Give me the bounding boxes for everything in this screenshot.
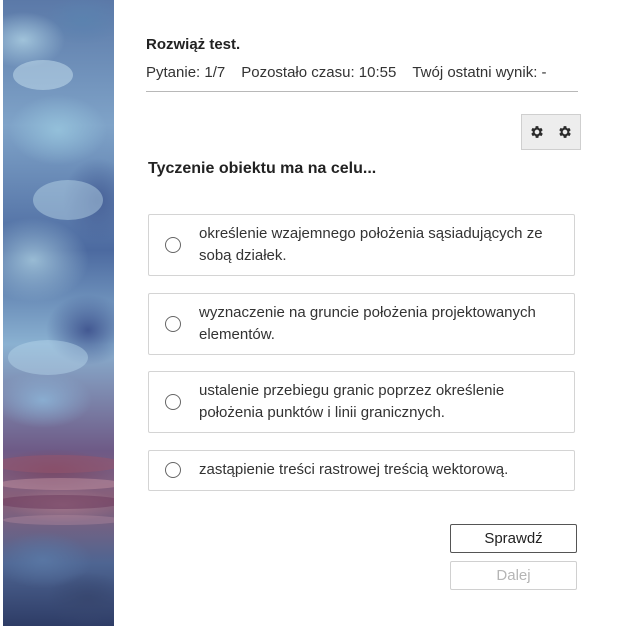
radio-button[interactable] <box>165 316 181 332</box>
time-remaining: Pozostało czasu: 10:55 <box>241 64 397 81</box>
gear-icon[interactable] <box>529 124 545 140</box>
question-text: Tyczenie obiektu ma na celu... <box>148 160 377 177</box>
answer-option[interactable]: określenie wzajemnego położenia sąsiaduj… <box>148 214 575 276</box>
radio-button[interactable] <box>165 237 181 253</box>
radio-button[interactable] <box>165 394 181 410</box>
page-title: Rozwiąż test. <box>146 36 241 53</box>
decorative-side-image <box>3 0 114 626</box>
settings-toolbar <box>521 114 581 150</box>
answer-label: zastąpienie treści rastrowej treścią wek… <box>199 461 509 478</box>
answer-option[interactable]: wyznaczenie na gruncie położenia projekt… <box>148 293 575 355</box>
gear-icon[interactable] <box>557 124 573 140</box>
check-button[interactable]: Sprawdź <box>450 524 577 553</box>
quiz-status-bar: Pytanie: 1/7 Pozostało czasu: 10:55 Twój o… <box>146 64 578 81</box>
question-counter: Pytanie: 1/7 <box>146 64 226 81</box>
answer-option[interactable]: zastąpienie treści rastrowej treścią wek… <box>148 450 575 491</box>
last-score: Twój ostatni wynik: - <box>412 64 547 81</box>
header-divider <box>146 91 578 92</box>
answer-label: wyznaczenie na gruncie położenia projekt… <box>199 304 536 343</box>
quiz-page: Rozwiąż test. Pytanie: 1/7 Pozostało czas… <box>0 0 617 630</box>
next-button[interactable]: Dalej <box>450 561 577 590</box>
answer-label: ustalenie przebiegu granic poprzez okreś… <box>199 382 505 421</box>
answer-option[interactable]: ustalenie przebiegu granic poprzez okreś… <box>148 371 575 433</box>
answer-label: określenie wzajemnego położenia sąsiaduj… <box>199 225 543 264</box>
radio-button[interactable] <box>165 462 181 478</box>
